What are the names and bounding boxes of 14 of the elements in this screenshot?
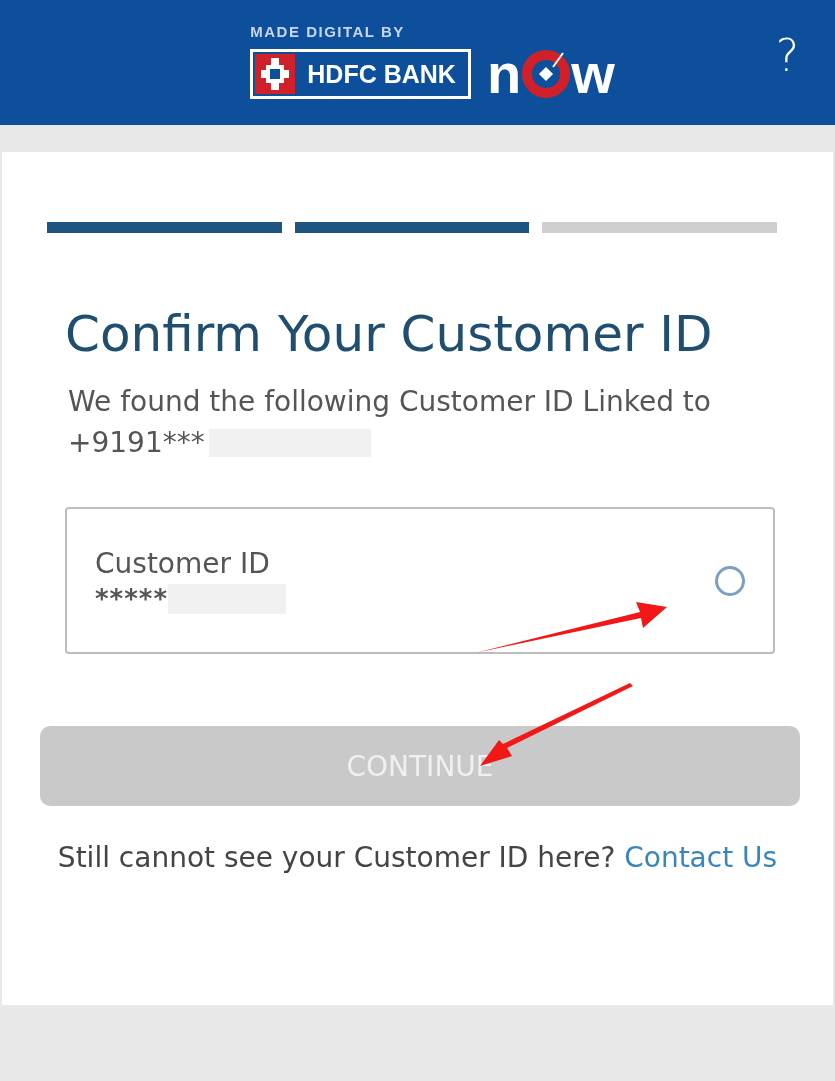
option-value: ***** <box>95 584 168 614</box>
help-button[interactable]: ? <box>775 30 799 81</box>
message-text: We found the following Customer ID Linked to <box>68 385 712 418</box>
radio-button[interactable] <box>715 565 745 596</box>
option-label: Customer ID <box>95 547 271 580</box>
customer-id-option[interactable]: Customer ID ***** <box>65 507 775 654</box>
product-logo: n w <box>486 46 615 102</box>
page-title: Confirm Your Customer ID <box>65 305 714 363</box>
bank-mark-icon <box>255 54 296 94</box>
tagline: MADE DIGITAL BY <box>250 23 406 40</box>
help-text: Still cannot see your Customer ID here? Contact Us <box>56 840 779 876</box>
phone-number: +9191*** <box>68 426 205 459</box>
bank-logo: HDFC BANK <box>250 49 471 99</box>
contact-link[interactable]: Contact Us <box>624 841 778 874</box>
